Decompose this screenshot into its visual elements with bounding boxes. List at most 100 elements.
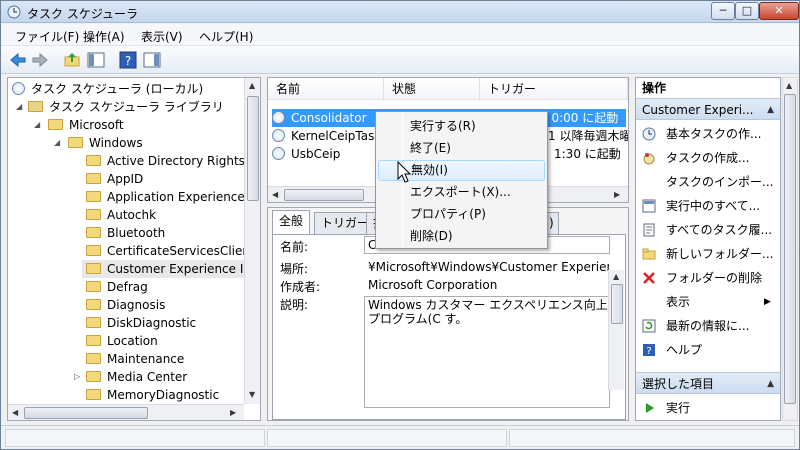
help-icon[interactable]: ?: [119, 51, 137, 69]
tree-horizontal-scrollbar[interactable]: ◀ ▶: [8, 404, 244, 420]
svg-text:?: ?: [646, 346, 651, 357]
context-item-end[interactable]: 終了(E): [378, 138, 545, 159]
scroll-thumb[interactable]: [24, 407, 148, 419]
tree-folder-item[interactable]: Maintenance: [86, 350, 184, 368]
action-label: タスクのインポー...: [666, 175, 774, 189]
tree-item-label: タスク スケジューラ ライブラリ: [49, 100, 224, 114]
actions-vertical-scrollbar[interactable]: ▲: [782, 77, 798, 421]
action-import-task[interactable]: タスクのインポー...: [636, 170, 780, 194]
tree-folder-item[interactable]: Application Experience: [86, 188, 245, 206]
show-hide-tree-icon[interactable]: [87, 51, 105, 69]
tree-folder-item-selected[interactable]: Customer Experience In: [82, 260, 251, 278]
detail-vertical-scrollbar[interactable]: ▲: [608, 270, 624, 390]
action-group-customer-experience[interactable]: Customer Experi... ▲: [636, 98, 780, 120]
scroll-up-icon[interactable]: ▲: [786, 81, 792, 90]
action-run[interactable]: 実行: [636, 396, 780, 420]
title-bar[interactable]: タスク スケジューラ ─ □ ✕: [1, 1, 799, 23]
folder-icon: [86, 389, 101, 400]
actions-pane-title: 操作: [642, 81, 667, 95]
clock-icon: [272, 147, 285, 160]
action-display-running-tasks[interactable]: 実行中のすべて...: [636, 194, 780, 218]
maximize-button[interactable]: □: [735, 2, 759, 20]
action-group-selected-item[interactable]: 選択した項目 ▲: [636, 372, 780, 394]
menu-view[interactable]: 表示(V): [141, 28, 183, 45]
mouse-cursor-icon: [397, 161, 411, 183]
tree-folder-item[interactable]: Defrag: [86, 278, 148, 296]
context-item-run[interactable]: 実行する(R): [378, 116, 545, 137]
collapse-arrow-icon[interactable]: ◢: [34, 120, 40, 129]
action-new-folder[interactable]: 新しいフォルダー...: [636, 242, 780, 266]
scroll-thumb[interactable]: [247, 96, 259, 201]
scroll-left-icon[interactable]: ◀: [12, 408, 18, 417]
collapse-triangle-icon[interactable]: ▲: [767, 373, 774, 393]
scroll-right-icon[interactable]: ▶: [614, 190, 620, 199]
task-trigger: 2 0:00 に起動: [540, 111, 619, 125]
collapse-triangle-icon[interactable]: ▲: [767, 99, 774, 119]
scroll-thumb[interactable]: [784, 94, 796, 404]
action-label: 新しいフォルダー...: [666, 247, 774, 261]
show-hide-action-pane-icon[interactable]: [143, 51, 161, 69]
action-delete-folder[interactable]: フォルダーの削除: [636, 266, 780, 290]
context-item-export[interactable]: エクスポート(X)...: [378, 182, 545, 203]
column-header-status[interactable]: 状態: [384, 78, 480, 100]
action-create-basic-task[interactable]: 基本タスクの作...: [636, 122, 780, 146]
menu-action[interactable]: 操作(A): [83, 28, 125, 45]
description-field[interactable]: Windows カスタマー エクスペリエンス向上プログラム(C す。: [364, 296, 610, 408]
tree-folder-item[interactable]: Media Center: [86, 368, 187, 386]
tree-folder-item[interactable]: Diagnosis: [86, 296, 165, 314]
back-arrow-icon[interactable]: [9, 51, 27, 69]
tree-item-windows[interactable]: Windows: [68, 134, 143, 152]
action-refresh[interactable]: 最新の情報に...: [636, 314, 780, 338]
menu-file[interactable]: ファイル(F): [15, 28, 79, 45]
tree-item-library[interactable]: タスク スケジューラ ライブラリ: [28, 98, 224, 116]
menu-help[interactable]: ヘルプ(H): [199, 28, 253, 45]
collapse-arrow-icon[interactable]: ◢: [16, 102, 22, 111]
close-button[interactable]: ✕: [759, 2, 799, 20]
tree-folder-item[interactable]: DiskDiagnostic: [86, 314, 196, 332]
action-label: タスクの作成...: [666, 151, 750, 165]
action-group-label: Customer Experi...: [642, 103, 754, 117]
action-view[interactable]: 表示 ▶: [636, 290, 780, 314]
action-label: ヘルプ: [666, 343, 703, 357]
context-item-delete[interactable]: 削除(D): [378, 226, 545, 247]
tree-folder-item[interactable]: Bluetooth: [86, 224, 165, 242]
action-create-task[interactable]: タスクの作成...: [636, 146, 780, 170]
tree-vertical-scrollbar[interactable]: ▲ ▼: [244, 78, 260, 404]
tab-general[interactable]: 全般: [272, 210, 311, 234]
context-item-properties[interactable]: プロパティ(P): [378, 204, 545, 225]
clock-icon: [272, 111, 285, 124]
tree-folder-item[interactable]: CertificateServicesClien: [86, 242, 250, 260]
tree-folder-item[interactable]: Autochk: [86, 206, 156, 224]
tree-item-root[interactable]: タスク スケジューラ (ローカル): [12, 80, 203, 98]
tree-folder-item[interactable]: MemoryDiagnostic: [86, 386, 219, 404]
actions-pane: 操作 Customer Experi... ▲ 基本タスクの作... タスクの作成…: [635, 77, 781, 421]
expand-arrow-icon[interactable]: ▷: [74, 372, 80, 381]
scroll-left-icon[interactable]: ◀: [272, 190, 278, 199]
scroll-thumb[interactable]: [284, 189, 364, 201]
folder-icon: [86, 245, 101, 256]
scroll-down-icon[interactable]: ▼: [249, 390, 255, 399]
up-folder-icon[interactable]: [63, 51, 81, 69]
scroll-thumb[interactable]: [611, 284, 623, 324]
column-header-trigger[interactable]: トリガー: [480, 78, 628, 100]
tree-item-microsoft[interactable]: Microsoft: [48, 116, 124, 134]
scroll-up-icon[interactable]: ▲: [613, 272, 619, 281]
forward-arrow-icon[interactable]: [31, 51, 49, 69]
column-header-name[interactable]: 名前: [268, 78, 384, 100]
tree-item-label: Customer Experience In: [107, 262, 251, 276]
scroll-right-icon[interactable]: ▶: [230, 408, 236, 417]
action-task-history[interactable]: すべてのタスク履...: [636, 218, 780, 242]
tree-item-label: Maintenance: [107, 352, 185, 366]
collapse-arrow-icon[interactable]: ◢: [54, 138, 60, 147]
folder-icon: [28, 101, 43, 112]
scroll-up-icon[interactable]: ▲: [249, 81, 255, 90]
minimize-button[interactable]: ─: [711, 2, 735, 20]
tree-folder-item[interactable]: Active Directory Rights: [86, 152, 245, 170]
tree-item-label: Microsoft: [69, 118, 124, 132]
delete-x-icon: [643, 272, 655, 284]
action-help[interactable]: ? ヘルプ: [636, 338, 780, 362]
history-icon: [643, 223, 655, 237]
tree-folder-item[interactable]: Location: [86, 332, 158, 350]
tree-folder-item[interactable]: AppID: [86, 170, 143, 188]
window-title: タスク スケジューラ: [27, 7, 138, 21]
